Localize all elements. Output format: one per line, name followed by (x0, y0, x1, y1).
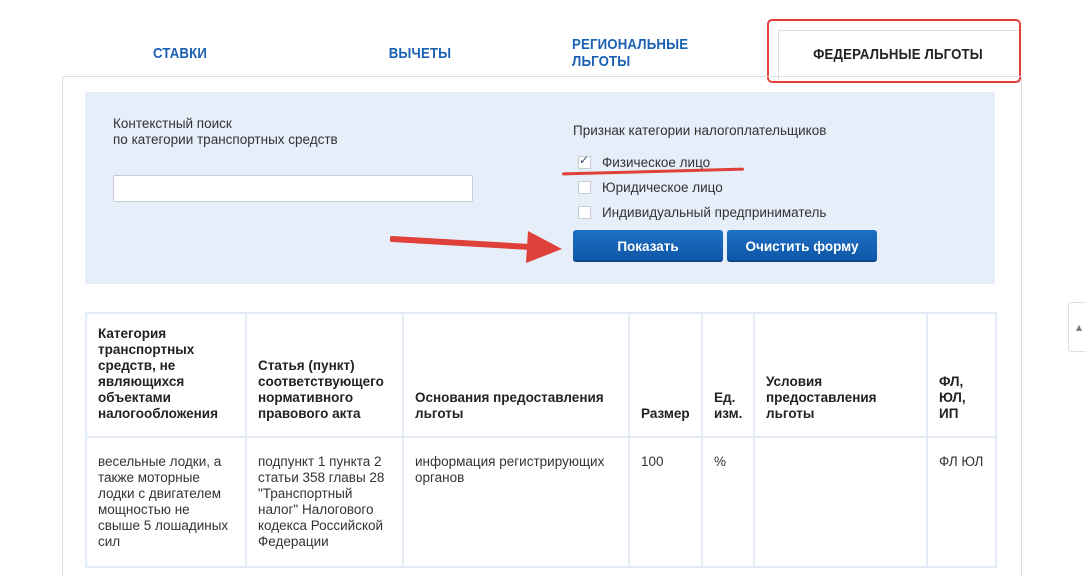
search-label-line2: по категории транспортных средств (113, 132, 338, 147)
search-label: Контекстный поиск по категории транспорт… (113, 116, 433, 148)
tab-deductions[interactable]: ВЫЧЕТЫ (367, 30, 473, 76)
column-header: Условия предоставления льготы (753, 312, 928, 438)
table-cell: % (701, 436, 755, 568)
taxpayer-category-title: Признак категории налогоплательщиков (573, 123, 827, 138)
show-button[interactable]: Показать (573, 230, 723, 262)
scroll-up-button[interactable]: ▴ (1068, 302, 1085, 352)
table-cell: подпункт 1 пункта 2 статьи 358 главы 28 … (245, 436, 404, 568)
checkmark-icon: ✓ (579, 152, 590, 167)
table-cell: ФЛ ЮЛ (926, 436, 997, 568)
column-header: Статья (пункт) соответствующего норматив… (245, 312, 404, 438)
search-input[interactable] (113, 175, 473, 202)
checkbox-individual[interactable]: ✓ (578, 152, 591, 169)
checkbox-legal-entity[interactable] (578, 180, 591, 194)
table-row: весельные лодки, а также моторные лодки … (85, 436, 997, 568)
column-header: Категория транспортных средств, не являю… (85, 312, 247, 438)
checkbox-row-entrepreneur[interactable]: Индивидуальный предприниматель (578, 203, 826, 221)
checkbox-row-legal-entity[interactable]: Юридическое лицо (578, 178, 723, 196)
clear-form-button[interactable]: Очистить форму (727, 230, 877, 262)
checkbox-label-legal-entity: Юридическое лицо (602, 179, 723, 195)
column-header: Ед. изм. (701, 312, 755, 438)
arrow-annotation-icon (390, 231, 562, 263)
table-cell: информация регистрирующих органов (402, 436, 630, 568)
tab-federal-benefits[interactable]: ФЕДЕРАЛЬНЫЕ ЛЬГОТЫ (792, 30, 1003, 78)
tab-regional-benefits[interactable]: РЕГИОНАЛЬНЫЕ ЛЬГОТЫ (572, 30, 748, 76)
search-label-line1: Контекстный поиск (113, 116, 232, 131)
column-header: Основания предоставления льготы (402, 312, 630, 438)
column-header: ФЛ, ЮЛ, ИП (926, 312, 997, 438)
checkbox-entrepreneur[interactable] (578, 205, 591, 219)
results-table: Категория транспортных средств, не являю… (85, 312, 997, 568)
chevron-up-icon: ▴ (1075, 320, 1083, 334)
checkbox-label-entrepreneur: Индивидуальный предприниматель (602, 204, 827, 220)
table-cell: 100 (628, 436, 703, 568)
table-cell (753, 436, 928, 568)
table-header-row: Категория транспортных средств, не являю… (85, 312, 997, 438)
tab-rates[interactable]: СТАВКИ (127, 30, 233, 76)
table-cell: весельные лодки, а также моторные лодки … (85, 436, 247, 568)
column-header: Размер (628, 312, 703, 438)
checkbox-label-individual: Физическое лицо (602, 154, 711, 170)
